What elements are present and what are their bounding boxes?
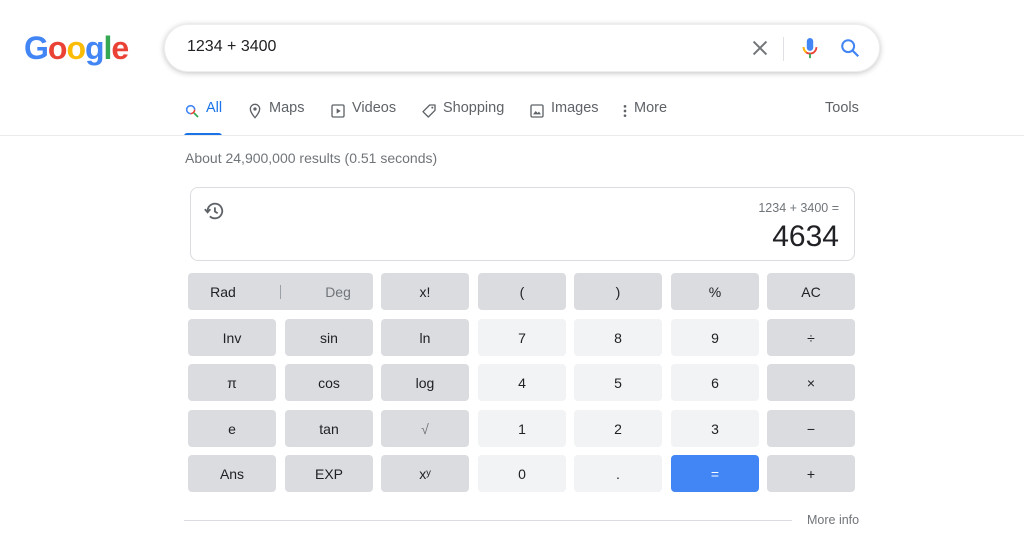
digit-3-button[interactable]: 3 (671, 410, 759, 447)
search-input[interactable] (187, 38, 727, 56)
power-button[interactable]: xʸ (381, 455, 469, 492)
digit-9-button[interactable]: 9 (671, 319, 759, 356)
ans-button[interactable]: Ans (188, 455, 276, 492)
clear-icon[interactable] (749, 37, 771, 59)
exp-button[interactable]: EXP (285, 455, 373, 492)
tab-label: Maps (269, 100, 305, 116)
history-icon[interactable] (203, 200, 225, 222)
mic-icon[interactable] (799, 36, 821, 62)
tab-images[interactable]: Images (529, 100, 599, 136)
percent-button[interactable]: % (671, 273, 759, 310)
tab-label: Images (551, 100, 599, 116)
logo-letter: o (66, 30, 86, 66)
result-stats: About 24,900,000 results (0.51 seconds) (185, 150, 438, 166)
more-vert-icon (623, 105, 627, 117)
tab-label: Videos (352, 100, 397, 116)
factorial-button[interactable]: x! (381, 273, 469, 310)
calculator-result: 4634 (772, 220, 839, 253)
decimal-button[interactable]: . (574, 455, 662, 492)
left-paren-button[interactable]: ( (478, 273, 566, 310)
rad-deg-toggle[interactable]: Rad Deg (188, 273, 373, 310)
rad-button[interactable]: Rad (210, 284, 236, 300)
more-info-link[interactable]: More info (807, 513, 859, 527)
search-tabs: All Maps Videos Shopping Images More Too… (184, 100, 1024, 136)
logo-letter: l (103, 30, 113, 66)
inverse-button[interactable]: Inv (188, 319, 276, 356)
map-pin-icon (249, 103, 261, 119)
tag-icon (422, 104, 436, 118)
deg-button[interactable]: Deg (325, 284, 351, 300)
sqrt-button[interactable]: √ (381, 410, 469, 447)
log-button[interactable]: log (381, 364, 469, 401)
logo-letter: g (84, 30, 105, 66)
sin-button[interactable]: sin (285, 319, 373, 356)
ln-button[interactable]: ln (381, 319, 469, 356)
plus-button[interactable]: + (767, 455, 855, 492)
logo-letter: o (47, 30, 68, 66)
digit-6-button[interactable]: 6 (671, 364, 759, 401)
right-paren-button[interactable]: ) (574, 273, 662, 310)
search-box (164, 24, 880, 72)
tan-button[interactable]: tan (285, 410, 373, 447)
digit-2-button[interactable]: 2 (574, 410, 662, 447)
digit-8-button[interactable]: 8 (574, 319, 662, 356)
tab-videos[interactable]: Videos (330, 100, 396, 136)
digit-4-button[interactable]: 4 (478, 364, 566, 401)
google-logo[interactable]: Google (24, 30, 129, 67)
more-info-divider (184, 520, 792, 521)
divide-button[interactable]: ÷ (767, 319, 855, 356)
search-divider (783, 37, 784, 61)
digit-1-button[interactable]: 1 (478, 410, 566, 447)
minus-button[interactable]: − (767, 410, 855, 447)
play-icon (331, 104, 345, 118)
digit-7-button[interactable]: 7 (478, 319, 566, 356)
tabs-divider (0, 135, 1024, 136)
image-icon (530, 104, 544, 118)
tools-button[interactable]: Tools (825, 100, 859, 116)
search-icon (185, 104, 199, 118)
all-clear-button[interactable]: AC (767, 273, 855, 310)
tab-label: All (206, 100, 223, 116)
equals-button[interactable]: = (671, 455, 759, 492)
pi-button[interactable]: π (188, 364, 276, 401)
search-icon[interactable] (839, 37, 861, 59)
digit-0-button[interactable]: 0 (478, 455, 566, 492)
multiply-button[interactable]: × (767, 364, 855, 401)
calculator-display: 1234 + 3400 = 4634 (190, 187, 855, 261)
logo-letter: e (111, 30, 129, 66)
tab-maps[interactable]: Maps (247, 100, 304, 136)
rad-deg-separator (279, 284, 281, 299)
digit-5-button[interactable]: 5 (574, 364, 662, 401)
tab-shopping[interactable]: Shopping (421, 100, 504, 136)
calculator-expression: 1234 + 3400 = (758, 201, 839, 215)
tab-all[interactable]: All (184, 100, 223, 136)
euler-button[interactable]: e (188, 410, 276, 447)
tab-label: More (634, 100, 668, 116)
logo-letter: G (24, 30, 49, 66)
tab-more[interactable]: More (622, 100, 667, 136)
cos-button[interactable]: cos (285, 364, 373, 401)
tab-label: Shopping (443, 100, 505, 116)
